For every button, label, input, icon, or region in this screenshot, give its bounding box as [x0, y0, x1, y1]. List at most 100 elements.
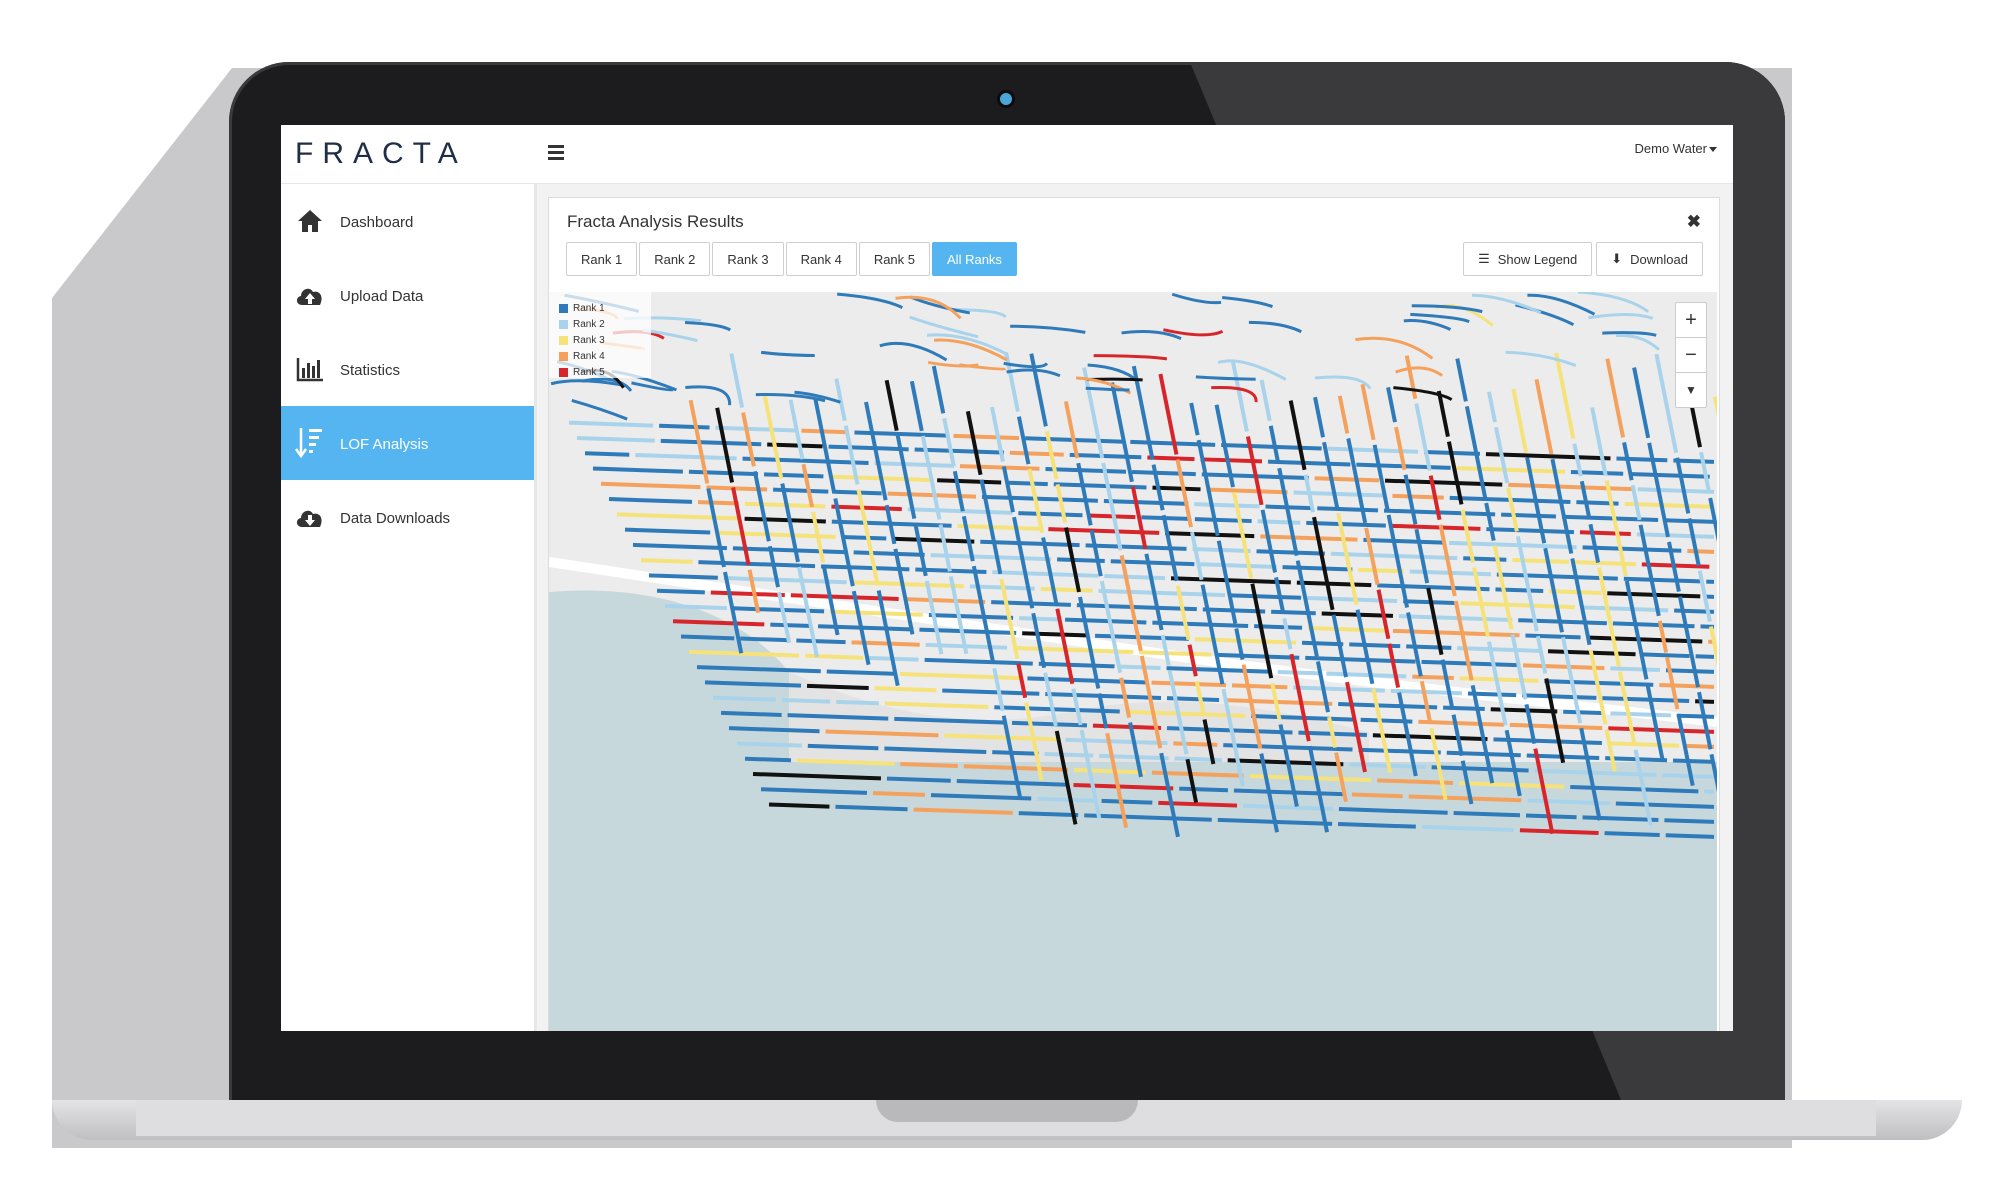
download-label: Download: [1630, 251, 1688, 267]
pipe-segment: [1518, 618, 1607, 626]
rank-tabs: Rank 1 Rank 2 Rank 3 Rank 4 Rank 5 All R…: [566, 242, 1017, 276]
pipe-segment: [1069, 452, 1142, 460]
pipe-segment: [571, 398, 628, 421]
zoom-in-button[interactable]: +: [1676, 303, 1706, 338]
legend-swatch: [559, 319, 568, 329]
pipe-segment: [1664, 818, 1715, 824]
pipe-segment: [927, 360, 979, 368]
tab-rank-2[interactable]: Rank 2: [639, 242, 711, 276]
pipe-segment: [1011, 720, 1088, 728]
pipe-segment: [884, 701, 989, 710]
pipe-segment: [1638, 524, 1661, 617]
pipe-segment: [1093, 354, 1168, 361]
pipe-segment: [1099, 753, 1169, 761]
tab-all-ranks[interactable]: All Ranks: [932, 242, 1017, 276]
pipe-segment: [895, 295, 962, 320]
pipe-segment: [1511, 388, 1529, 454]
pipe-segment: [648, 573, 718, 580]
pipe-segment: [1440, 659, 1455, 711]
show-legend-button[interactable]: ☰ Show Legend: [1463, 242, 1593, 276]
pipe-segment: [1045, 691, 1162, 700]
pipe-segment: [1101, 798, 1153, 805]
download-button[interactable]: ⬇ Download: [1596, 242, 1703, 276]
pipe-segment: [1007, 480, 1048, 487]
pipe-segment: [1485, 452, 1611, 461]
pipe-segment: [887, 491, 977, 499]
pipe-segment: [1386, 386, 1397, 423]
pipe-network-map[interactable]: Rank 1 Rank 2 Rank 3 Rank 4 Rank 5 + − ▼: [548, 290, 1733, 1031]
pipe-segment: [736, 741, 802, 748]
pipe-segment: [1139, 650, 1212, 657]
pipe-segment: [1522, 693, 1597, 700]
pipe-segment: [1636, 532, 1715, 539]
zoom-out-button[interactable]: −: [1676, 338, 1706, 373]
pipe-segment: [720, 710, 782, 717]
pipe-segment: [1288, 400, 1307, 471]
pipe-segment: [1588, 523, 1601, 563]
user-menu[interactable]: Demo Water: [1635, 141, 1717, 156]
pipe-segment: [1610, 666, 1661, 673]
pipe-segment: [1336, 512, 1359, 606]
pipe-segment: [1632, 367, 1651, 439]
pipe-segment: [1206, 487, 1288, 495]
pipe-segment: [640, 558, 693, 564]
sidebar-item-label: LOF Analysis: [340, 436, 429, 453]
pipe-segment: [731, 487, 751, 566]
fracta-logo[interactable]: FRACTA: [295, 137, 467, 171]
pipe-segment: [1363, 537, 1444, 545]
tab-rank-3[interactable]: Rank 3: [712, 242, 784, 276]
pipe-segment: [853, 550, 925, 557]
pipe-segment: [1525, 813, 1577, 820]
compass-button[interactable]: ▼: [1676, 373, 1706, 407]
sidebar-item-data-downloads[interactable]: Data Downloads: [281, 480, 534, 554]
pipe-segment: [1612, 621, 1695, 629]
sidebar-item-lof-analysis[interactable]: LOF Analysis: [281, 406, 534, 480]
sidebar-item-statistics[interactable]: Statistics: [281, 332, 534, 406]
pipe-segment: [732, 546, 848, 555]
pipe-segment: [1377, 583, 1490, 592]
tab-rank-4[interactable]: Rank 4: [785, 242, 857, 276]
pipe-segment: [1200, 562, 1277, 569]
pipe-segment: [1076, 603, 1197, 612]
pipe-segment: [1414, 403, 1432, 472]
map-legend: Rank 1 Rank 2 Rank 3 Rank 4 Rank 5: [549, 292, 651, 378]
pipe-segment: [1525, 633, 1581, 640]
pipe-segment: [1018, 811, 1079, 818]
pipe-segment: [801, 428, 849, 435]
pipe-segment: [1194, 637, 1297, 645]
pipe-segment: [992, 667, 1005, 712]
pipe-segment: [1211, 385, 1258, 403]
pipe-segment: [1549, 589, 1602, 596]
pipe-segment: [1582, 815, 1659, 822]
pipe-segment: [872, 791, 926, 797]
pipe-segment: [1605, 358, 1626, 438]
pipe-segment: [806, 683, 869, 690]
pipe-segment: [1404, 355, 1418, 400]
sidebar-item-upload-data[interactable]: Upload Data: [281, 258, 534, 332]
pipe-segment: [864, 401, 888, 501]
close-icon[interactable]: ✖: [1687, 212, 1701, 232]
tab-rank-1[interactable]: Rank 1: [566, 242, 638, 276]
pipe-segment: [937, 478, 1002, 485]
pipe-segment: [1267, 459, 1351, 467]
pipe-segment: [942, 417, 956, 467]
pipe-segment: [1171, 292, 1222, 305]
pipe-segment: [907, 507, 1013, 515]
pipe-segment: [710, 590, 785, 598]
pipe-segment: [1615, 333, 1660, 351]
pipe-segment: [1607, 741, 1680, 748]
pipe-segment: [1194, 502, 1260, 509]
sidebar-item-dashboard[interactable]: Dashboard: [281, 184, 534, 258]
pipe-segment: [1622, 442, 1634, 481]
tab-rank-5[interactable]: Rank 5: [858, 242, 931, 276]
pipe-segment: [1486, 641, 1508, 726]
pipe-segment: [1089, 529, 1103, 577]
pipe-segment: [899, 672, 1022, 681]
pipe-segment: [826, 669, 894, 676]
hamburger-menu-icon[interactable]: [548, 145, 564, 160]
pipe-segment: [1453, 600, 1474, 681]
map-canvas[interactable]: [548, 290, 1733, 1031]
pipe-segment: [1038, 661, 1115, 669]
pipe-segment: [805, 653, 864, 660]
pipe-segment: [1695, 699, 1715, 704]
